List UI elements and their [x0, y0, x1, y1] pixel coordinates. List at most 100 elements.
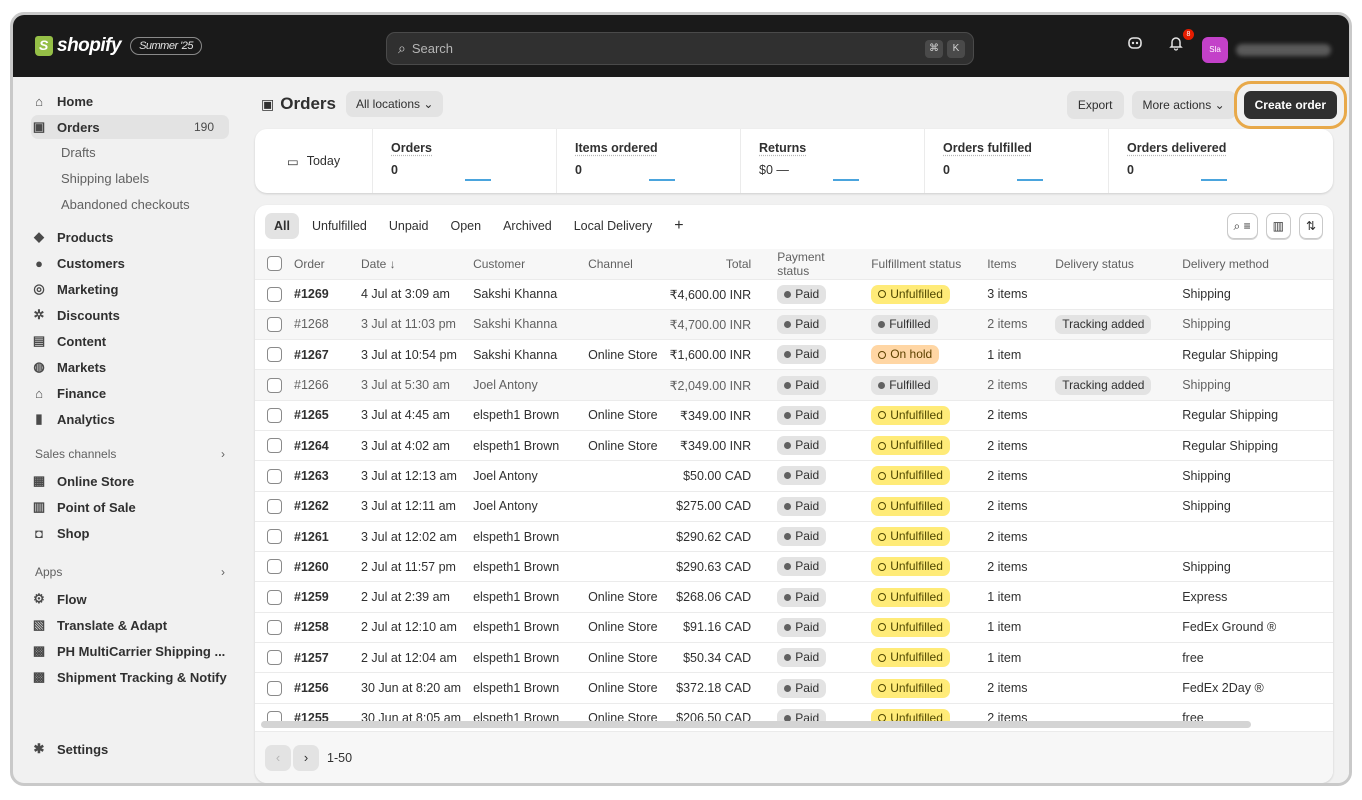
- tab-open[interactable]: Open: [442, 213, 491, 239]
- order-number[interactable]: #1266: [288, 369, 355, 401]
- row-checkbox[interactable]: [267, 286, 282, 302]
- sales-channels-header[interactable]: Sales channels ›: [35, 447, 225, 461]
- sort-button[interactable]: ⇅: [1298, 213, 1323, 239]
- sidebar-item-abandoned-checkouts[interactable]: Abandoned checkouts: [61, 197, 190, 212]
- add-view-icon[interactable]: +: [665, 214, 692, 238]
- metric-orders-fulfilled[interactable]: Orders fulfilled 0: [925, 129, 1109, 193]
- sidebar-item-flow[interactable]: ⚙ Flow: [31, 587, 229, 611]
- shopify-logo[interactable]: shopify Summer '25: [35, 35, 203, 57]
- metric-items-ordered[interactable]: Items ordered 0: [557, 129, 741, 193]
- sidebar-item-shipping-labels[interactable]: Shipping labels: [61, 171, 149, 186]
- bell-icon[interactable]: [1168, 35, 1184, 56]
- sidebar-item-shipment-tracking[interactable]: ▩ Shipment Tracking & Notify: [31, 665, 229, 689]
- order-number[interactable]: #1264: [288, 430, 355, 462]
- sidebar-item-finance[interactable]: ⌂ Finance: [31, 381, 229, 405]
- sidebar-item-translate[interactable]: ▧ Translate & Adapt: [31, 613, 229, 637]
- order-number[interactable]: #1258: [288, 612, 355, 644]
- order-number[interactable]: #1259: [288, 581, 355, 613]
- order-number[interactable]: #1261: [288, 521, 355, 553]
- col-order[interactable]: Order: [288, 249, 355, 280]
- table-row[interactable]: #1259 2 Jul at 2:39 am elspeth1 Brown Onlin…: [255, 581, 1333, 613]
- tab-archived[interactable]: Archived: [494, 213, 561, 239]
- col-delivery-method[interactable]: Delivery method: [1176, 249, 1333, 280]
- create-order-button[interactable]: Create order: [1233, 81, 1348, 129]
- row-checkbox[interactable]: [267, 407, 282, 423]
- export-button[interactable]: Export: [1066, 91, 1124, 119]
- sidebar-item-markets[interactable]: ◍ Markets: [31, 355, 229, 379]
- order-number[interactable]: #1257: [288, 642, 355, 674]
- edition-badge[interactable]: Summer '25: [130, 37, 203, 55]
- sidebar-item-content[interactable]: ▤ Content: [31, 329, 229, 353]
- sidebar-item-ph-multicarrier[interactable]: ▩ PH MultiCarrier Shipping ...: [31, 639, 229, 663]
- table-row[interactable]: #1260 2 Jul at 11:57 pm elspeth1 Brown $290…: [255, 551, 1333, 583]
- order-number[interactable]: #1269: [288, 279, 355, 310]
- table-row[interactable]: #1267 3 Jul at 10:54 pm Sakshi Khanna Onlin…: [255, 339, 1333, 371]
- row-checkbox[interactable]: [267, 468, 282, 484]
- sidebar-item-analytics[interactable]: ▮ Analytics: [31, 407, 229, 431]
- sidebar-item-shop[interactable]: ◘ Shop: [31, 521, 229, 545]
- table-row[interactable]: #1269 4 Jul at 3:09 am Sakshi Khanna ₹4,600…: [255, 279, 1333, 310]
- table-row[interactable]: #1261 3 Jul at 12:02 am elspeth1 Brown $290…: [255, 521, 1333, 553]
- table-row[interactable]: #1256 30 Jun at 8:20 am elspeth1 Brown Onli…: [255, 672, 1333, 704]
- tab-local-delivery[interactable]: Local Delivery: [565, 213, 662, 239]
- table-row[interactable]: #1258 2 Jul at 12:10 am elspeth1 Brown Onli…: [255, 612, 1333, 644]
- col-payment-status[interactable]: Payment status: [757, 249, 866, 280]
- row-checkbox[interactable]: [267, 559, 282, 575]
- sidebar-item-drafts[interactable]: Drafts: [61, 145, 96, 160]
- metric-orders[interactable]: Orders 0: [373, 129, 557, 193]
- more-actions-button[interactable]: More actions ⌄: [1131, 91, 1236, 119]
- user-name-blurred[interactable]: [1236, 44, 1331, 56]
- order-number[interactable]: #1267: [288, 339, 355, 371]
- row-checkbox[interactable]: [267, 498, 282, 514]
- tab-all[interactable]: All: [265, 213, 299, 239]
- tab-unpaid[interactable]: Unpaid: [380, 213, 438, 239]
- row-checkbox[interactable]: [267, 620, 282, 636]
- sidebar-item-marketing[interactable]: ◎ Marketing: [31, 277, 229, 301]
- col-fulfillment-status[interactable]: Fulfillment status: [865, 249, 982, 280]
- sidebar-item-settings[interactable]: ✱ Settings: [31, 737, 229, 761]
- location-filter-button[interactable]: All locations ⌄: [345, 91, 444, 117]
- sidebar-item-discounts[interactable]: ✲ Discounts: [31, 303, 229, 327]
- next-page-button[interactable]: ›: [293, 744, 319, 771]
- order-number[interactable]: #1262: [288, 491, 355, 522]
- row-checkbox[interactable]: [267, 589, 282, 605]
- sidebar-item-orders[interactable]: ▣ Orders 190: [31, 115, 229, 139]
- order-number[interactable]: #1268: [288, 309, 355, 341]
- table-row[interactable]: #1257 2 Jul at 12:04 am elspeth1 Brown Onli…: [255, 642, 1333, 674]
- sidebar-item-point-of-sale[interactable]: ▥ Point of Sale: [31, 495, 229, 519]
- metric-orders-delivered[interactable]: Orders delivered 0: [1109, 129, 1293, 193]
- col-customer[interactable]: Customer: [467, 249, 583, 280]
- row-checkbox[interactable]: [267, 438, 282, 454]
- order-number[interactable]: #1256: [288, 672, 355, 704]
- sidekick-icon[interactable]: [1127, 35, 1143, 56]
- row-checkbox[interactable]: [267, 377, 282, 393]
- order-number[interactable]: #1263: [288, 460, 355, 492]
- table-row[interactable]: #1255 30 Jun at 8:05 am elspeth1 Brown Onli…: [255, 703, 1333, 734]
- col-date[interactable]: Date ↓: [355, 249, 468, 280]
- order-number[interactable]: #1265: [288, 400, 355, 431]
- table-row[interactable]: #1265 3 Jul at 4:45 am elspeth1 Brown Onlin…: [255, 400, 1333, 431]
- row-checkbox[interactable]: [267, 650, 282, 666]
- row-checkbox[interactable]: [267, 529, 282, 545]
- row-checkbox[interactable]: [267, 347, 282, 363]
- prev-page-button[interactable]: ‹: [265, 744, 291, 771]
- col-channel[interactable]: Channel: [582, 249, 664, 280]
- row-checkbox[interactable]: [267, 680, 282, 696]
- columns-button[interactable]: ▥: [1265, 213, 1291, 239]
- sidebar-item-home[interactable]: ⌂ Home: [31, 89, 229, 113]
- tab-unfulfilled[interactable]: Unfulfilled: [303, 213, 376, 239]
- row-checkbox[interactable]: [267, 317, 282, 333]
- metric-returns[interactable]: Returns $0 —: [741, 129, 925, 193]
- sidebar-item-customers[interactable]: ● Customers: [31, 251, 229, 275]
- apps-header[interactable]: Apps ›: [35, 565, 225, 579]
- table-row[interactable]: #1263 3 Jul at 12:13 am Joel Antony $50.00 …: [255, 460, 1333, 492]
- table-row[interactable]: #1262 3 Jul at 12:11 am Joel Antony $275.00…: [255, 491, 1333, 522]
- search-filter-button[interactable]: ⌕ ≡: [1226, 213, 1258, 239]
- horizontal-scrollbar[interactable]: [261, 721, 1251, 728]
- date-range-picker[interactable]: ▭ Today: [255, 129, 373, 193]
- select-all-checkbox[interactable]: [267, 256, 282, 272]
- order-number[interactable]: #1255: [288, 703, 355, 734]
- sidebar-item-products[interactable]: ◆ Products: [31, 225, 229, 249]
- table-row[interactable]: #1266 3 Jul at 5:30 am Joel Antony ₹2,049.0…: [255, 369, 1333, 401]
- table-row[interactable]: #1268 3 Jul at 11:03 pm Sakshi Khanna ₹4,70…: [255, 309, 1333, 341]
